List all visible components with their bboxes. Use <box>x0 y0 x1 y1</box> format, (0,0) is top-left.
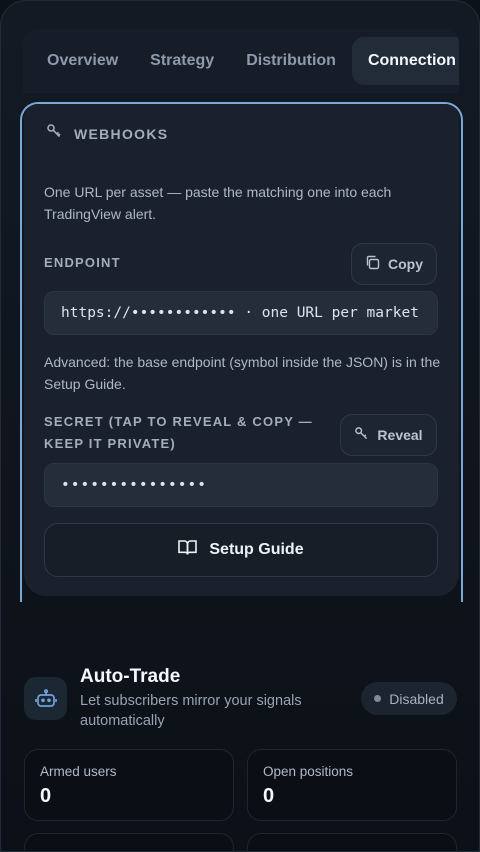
advanced-note: Advanced: the base endpoint (symbol insi… <box>44 354 441 392</box>
tab-strategy[interactable]: Strategy <box>134 37 230 85</box>
stat-card-partial <box>247 833 457 851</box>
key-icon <box>46 123 62 144</box>
secret-field[interactable]: ••••••••••••••• <box>44 463 438 507</box>
copy-icon <box>365 255 380 273</box>
autotrade-subtitle: Let subscribers mirror your signals auto… <box>80 693 302 729</box>
robot-icon <box>24 677 67 720</box>
tab-overview[interactable]: Overview <box>31 37 134 85</box>
stat-armed-users: Armed users 0 <box>24 749 234 821</box>
autotrade-title: Auto-Trade <box>80 666 181 687</box>
stat-value: 0 <box>263 785 275 807</box>
key-icon <box>354 426 369 444</box>
secret-label: SECRET (TAP TO REVEAL & COPY — KEEP IT P… <box>44 414 313 451</box>
status-dot-icon <box>374 695 382 702</box>
book-icon <box>178 539 198 561</box>
stat-value: 0 <box>40 785 52 807</box>
status-label: Disabled <box>389 690 444 707</box>
setup-guide-label: Setup Guide <box>209 541 304 558</box>
stat-open-positions: Open positions 0 <box>247 749 457 821</box>
reveal-button[interactable]: Reveal <box>340 414 437 456</box>
copy-button[interactable]: Copy <box>351 243 437 285</box>
app-shell: Overview Strategy Distribution Connectio… <box>0 0 480 852</box>
webhooks-description: One URL per asset — paste the matching o… <box>44 184 392 222</box>
stat-card-partial <box>24 833 234 851</box>
webhooks-header: WEBHOOKS <box>46 123 168 144</box>
tab-distribution[interactable]: Distribution <box>230 37 352 85</box>
copy-label: Copy <box>388 256 423 272</box>
setup-guide-button[interactable]: Setup Guide <box>44 523 438 577</box>
tab-connection[interactable]: Connection <box>351 37 459 85</box>
tab-bar: Overview Strategy Distribution Connectio… <box>23 29 459 93</box>
stat-label: Open positions <box>263 764 354 779</box>
status-badge[interactable]: Disabled <box>361 682 457 715</box>
reveal-label: Reveal <box>377 427 423 443</box>
endpoint-label: ENDPOINT <box>44 255 121 270</box>
webhooks-title: WEBHOOKS <box>74 125 169 142</box>
stat-label: Armed users <box>40 764 117 779</box>
endpoint-field[interactable]: https://•••••••••••• · one URL per marke… <box>44 291 438 335</box>
